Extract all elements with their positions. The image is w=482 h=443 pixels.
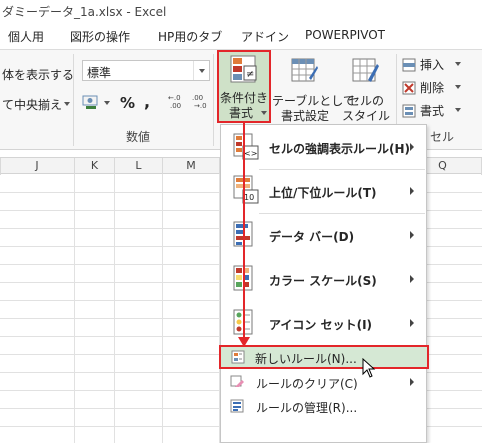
number-group-label: 数値 [126,130,151,144]
number-format-dropdown[interactable] [193,61,209,80]
svg-text:→.0: →.0 [194,102,207,110]
menu-item-label: カラー スケール(S) [269,274,377,288]
group-separator [73,54,74,146]
tab-hp[interactable]: HP用のタブ [158,28,222,45]
col-header-l[interactable]: L [115,158,163,175]
svg-text:≠: ≠ [246,69,254,80]
conditional-formatting-button[interactable]: ≠ 条件付き 書式 [217,50,271,123]
menu-item-label: データ バー(D) [269,230,355,244]
cells-group-label: セル [430,130,455,144]
svg-text:←.0: ←.0 [168,94,181,102]
conditional-formatting-icon: ≠ [230,55,260,85]
cell-styles-button[interactable]: セルの スタイル [340,54,392,124]
menu-item-label: ルールのクリア(C) [256,377,358,391]
delete-icon [402,81,416,95]
menu-item-label: アイコン セット(I) [269,318,373,332]
insert-dropdown-icon[interactable] [455,62,461,66]
merge-dropdown-icon[interactable] [64,102,70,106]
menu-item-clear-rules[interactable]: ルールのクリア(C) [221,371,426,393]
title-bar: ダミーデータ_1a.xlsx - Excel [0,0,482,23]
submenu-arrow-icon [410,275,414,283]
cell-styles-label-2: スタイル [341,109,390,123]
insert-icon [402,58,416,72]
cell-styles-icon [352,56,380,84]
group-separator [213,54,214,146]
number-format-value: 標準 [87,66,112,80]
annotation-arrow-head [238,337,250,347]
grid-line [74,174,75,443]
menu-item-highlight-cells-rules[interactable]: <> セルの強調表示ルール(H) [221,127,426,167]
svg-text:.00: .00 [192,94,203,102]
menu-item-color-scales[interactable]: カラー スケール(S) [221,259,426,299]
merge-center-button[interactable]: て中央揃え [2,96,62,113]
accounting-format-icon[interactable] [82,94,102,110]
mouse-cursor-icon [362,357,376,378]
delete-dropdown-icon[interactable] [455,85,461,89]
menu-item-new-rule[interactable]: 新しいルール(N)... [219,345,429,369]
conditional-formatting-label-1: 条件付き [219,91,268,105]
cell-styles-label-1: セルの [347,94,384,108]
chevron-down-icon [261,111,267,115]
svg-text:.00: .00 [170,102,181,110]
svg-text:<>: <> [244,149,257,158]
svg-text:10: 10 [244,193,254,202]
accounting-dropdown-icon[interactable] [104,101,110,105]
col-header-m[interactable]: M [163,158,220,175]
comma-style-button[interactable]: , [144,92,150,111]
color-scales-icon [233,265,259,293]
increase-decimal-icon[interactable]: ←.0 .00 [168,92,188,110]
format-as-table-label-2: 書式設定 [280,109,329,123]
submenu-arrow-icon [410,143,414,151]
col-header-j[interactable]: J [0,158,75,175]
menu-item-data-bars[interactable]: データ バー(D) [221,215,426,255]
format-dropdown-icon[interactable] [455,108,461,112]
chevron-down-icon [199,69,205,73]
menu-separator [259,169,425,170]
tab-personal[interactable]: 個人用 [8,28,44,45]
menu-item-label: 上位/下位ルール(T) [269,186,377,200]
format-as-table-button[interactable]: テーブルとして 書式設定 [272,54,355,124]
table-format-icon [291,56,319,84]
format-as-table-label-1: テーブルとして [272,94,355,108]
submenu-arrow-icon [410,378,414,386]
window-title: ダミーデータ_1a.xlsx - Excel [2,5,167,19]
tab-shape-operation[interactable]: 図形の操作 [70,28,130,45]
tab-powerpivot[interactable]: POWERPIVOT [305,28,385,42]
highlight-cells-icon: <> [233,133,259,161]
wrap-text-button[interactable]: 体を表示する [2,66,74,83]
annotation-arrow-line [243,123,245,340]
grid-line [162,174,163,443]
menu-item-manage-rules[interactable]: ルールの管理(R)... [221,395,426,417]
percent-style-button[interactable]: % [120,94,135,112]
tab-addin[interactable]: アドイン [241,28,289,45]
menu-item-top-bottom-rules[interactable]: 10 上位/下位ルール(T) [221,171,426,211]
icon-sets-icon [233,309,259,337]
data-bars-icon [233,221,259,249]
eraser-icon [230,375,244,389]
menu-item-icon-sets[interactable]: アイコン セット(I) [221,303,426,343]
delete-button[interactable]: 削除 [420,79,444,96]
col-header-k[interactable]: K [75,158,115,175]
ribbon-tabs: 個人用 図形の操作 HP用のタブ アドイン POWERPIVOT [0,23,482,49]
submenu-arrow-icon [410,319,414,327]
new-rule-icon [231,350,245,364]
menu-separator [259,213,425,214]
menu-item-label: セルの強調表示ルール(H) [269,142,411,156]
number-format-select[interactable]: 標準 [82,60,210,81]
menu-item-label: ルールの管理(R)... [256,401,358,415]
manage-rules-icon [230,399,244,413]
format-icon [402,104,416,118]
submenu-arrow-icon [410,231,414,239]
grid-line [114,174,115,443]
menu-item-label: 新しいルール(N)... [255,352,357,366]
conditional-formatting-label-2: 書式 [228,106,253,120]
top-bottom-icon: 10 [233,175,259,204]
decrease-decimal-icon[interactable]: .00 →.0 [192,92,212,110]
conditional-formatting-menu: <> セルの強調表示ルール(H) 10 上位/下位ルール(T) データ バー(D… [220,124,427,443]
format-button[interactable]: 書式 [420,102,444,119]
submenu-arrow-icon [410,187,414,195]
insert-button[interactable]: 挿入 [420,56,444,73]
